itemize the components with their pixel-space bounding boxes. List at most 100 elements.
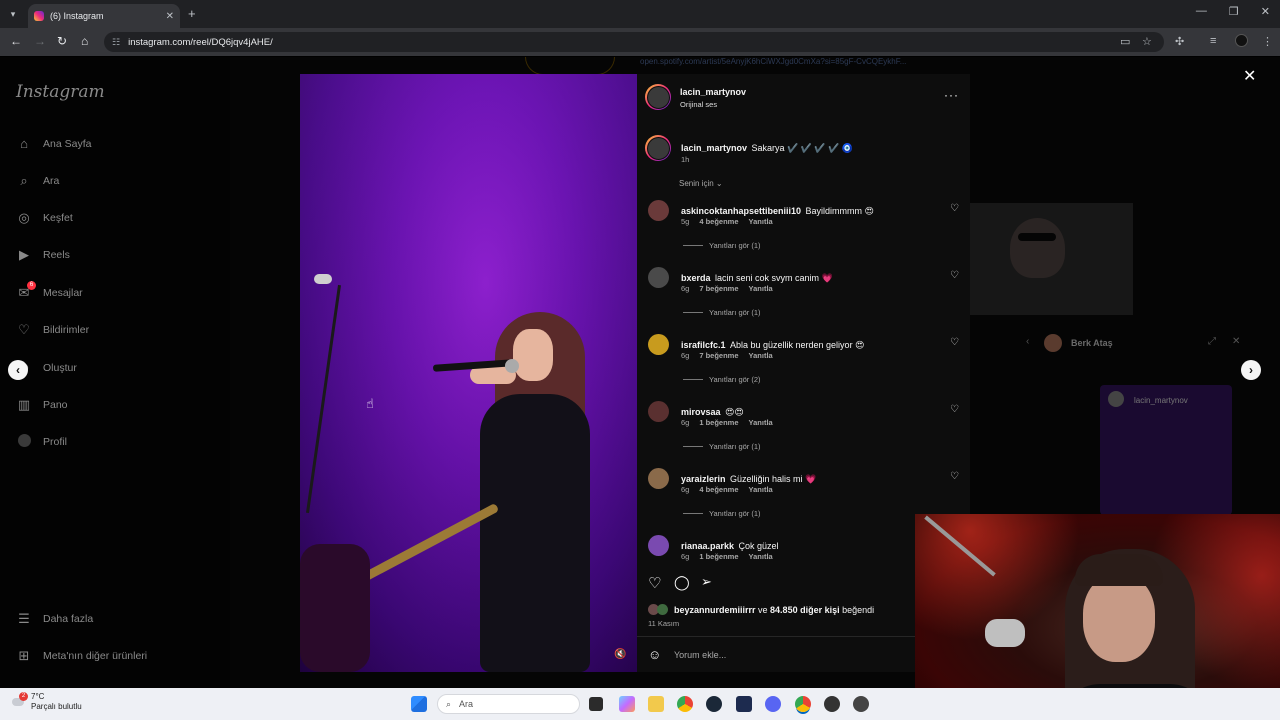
- caption-avatar[interactable]: [645, 135, 671, 161]
- sidebar-item-explore[interactable]: ◎ Keşfet: [16, 210, 72, 226]
- reply-button[interactable]: Yanıtla: [749, 552, 773, 561]
- likes-summary[interactable]: beyzannurdemiiirrr ve 84.850 diğer kişi …: [674, 605, 874, 615]
- sidebar-item-more[interactable]: ☰ Daha fazla: [16, 611, 93, 627]
- close-modal-icon[interactable]: ✕: [1243, 66, 1256, 86]
- likes-username[interactable]: beyzannurdemiiirrr: [674, 605, 756, 615]
- comment-filter-dropdown[interactable]: Senin için ⌄: [679, 179, 723, 188]
- comment-like-icon[interactable]: ♡: [950, 404, 959, 415]
- caption-time: 1h: [681, 155, 690, 164]
- copilot-icon[interactable]: [619, 696, 635, 712]
- comment-avatar[interactable]: [648, 334, 669, 355]
- weather-widget[interactable]: 2 7°C Parçalı bulutlu: [12, 692, 82, 712]
- previous-reel-button[interactable]: ‹: [8, 360, 28, 380]
- caption-username[interactable]: lacin_martynov: [681, 143, 747, 153]
- comment-input[interactable]: Yorum ekle...: [674, 650, 726, 660]
- author-avatar[interactable]: [645, 84, 671, 110]
- view-replies-button[interactable]: Yanıtları gör (1): [683, 509, 761, 518]
- comment-like-icon[interactable]: ♡: [950, 203, 959, 214]
- emoji-icon[interactable]: ☺: [648, 647, 661, 662]
- steam-icon[interactable]: [706, 696, 722, 712]
- comment-username[interactable]: rianaa.parkk: [681, 541, 734, 551]
- sidebar-item-profile[interactable]: Profil: [16, 434, 67, 450]
- tab-list-icon[interactable]: ▾: [6, 7, 20, 21]
- comment-username[interactable]: askincoktanhapsettibeniii10: [681, 206, 801, 216]
- browser-tab[interactable]: (6) Instagram ✕: [28, 4, 180, 28]
- comment-likes[interactable]: 4 beğenme: [699, 485, 738, 494]
- sidebar-item-dashboard[interactable]: ▥ Pano: [16, 397, 68, 413]
- address-bar[interactable]: ☷ instagram.com/reel/DQ6jqv4jAHE/: [104, 32, 1164, 52]
- view-replies-button[interactable]: Yanıtları gör (1): [683, 241, 761, 250]
- comment-avatar[interactable]: [648, 468, 669, 489]
- taskbar-search[interactable]: ⌕ Ara: [437, 694, 580, 714]
- reply-button[interactable]: Yanıtla: [749, 351, 773, 360]
- site-info-icon[interactable]: ☷: [112, 37, 120, 48]
- app-icon[interactable]: [736, 696, 752, 712]
- like-icon[interactable]: ♡: [648, 574, 661, 592]
- instagram-logo[interactable]: Instagram: [16, 82, 105, 102]
- chrome-icon[interactable]: [677, 696, 693, 712]
- reload-icon[interactable]: ↻: [57, 34, 67, 48]
- comment-like-icon[interactable]: ♡: [950, 471, 959, 482]
- reel-video[interactable]: [300, 74, 637, 672]
- browser-profile-avatar[interactable]: [1235, 34, 1248, 47]
- comment-time: 5g: [681, 217, 690, 226]
- reply-button[interactable]: Yanıtla: [749, 485, 773, 494]
- app-icon[interactable]: [853, 696, 869, 712]
- tab-close-icon[interactable]: ✕: [166, 11, 174, 22]
- comment-likes[interactable]: 4 beğenme: [699, 217, 738, 226]
- comment-username[interactable]: israfilcfc.1: [681, 340, 726, 350]
- comment-username[interactable]: mirovsaa: [681, 407, 721, 417]
- sidebar-item-notifications[interactable]: ♡ Bildirimler: [16, 322, 89, 338]
- view-replies-button[interactable]: Yanıtları gör (1): [683, 308, 761, 317]
- window-close-icon[interactable]: ✕: [1261, 5, 1270, 18]
- comment-like-icon[interactable]: ♡: [950, 337, 959, 348]
- cast-icon[interactable]: ▭: [1120, 35, 1130, 48]
- author-username[interactable]: lacin_martynov: [680, 87, 746, 97]
- extensions-icon[interactable]: ✣: [1175, 35, 1184, 48]
- sidebar-item-meta[interactable]: ⊞ Meta'nın diğer ürünleri: [16, 648, 148, 664]
- audio-muted-icon[interactable]: 🔇: [614, 649, 626, 660]
- sidebar-item-reels[interactable]: ▶ Reels: [16, 247, 70, 263]
- view-replies-button[interactable]: Yanıtları gör (2): [683, 375, 761, 384]
- discord-icon[interactable]: [765, 696, 781, 712]
- bookmark-star-icon[interactable]: ☆: [1142, 35, 1152, 48]
- view-replies-button[interactable]: Yanıtları gör (1): [683, 442, 761, 451]
- more-options-icon[interactable]: ···: [944, 88, 959, 102]
- sidebar-item-search[interactable]: ⌕ Ara: [16, 173, 59, 189]
- back-icon[interactable]: ←: [10, 34, 22, 48]
- comment-avatar[interactable]: [648, 401, 669, 422]
- chrome-active-icon[interactable]: [795, 696, 811, 712]
- comment-likes[interactable]: 1 beğenme: [699, 418, 738, 427]
- browser-menu-icon[interactable]: ⋮: [1262, 35, 1273, 48]
- file-explorer-icon[interactable]: [648, 696, 664, 712]
- reply-button[interactable]: Yanıtla: [749, 284, 773, 293]
- forward-icon[interactable]: →: [34, 34, 46, 48]
- sidebar-item-messages[interactable]: ✉ 6 Mesajlar: [16, 281, 83, 301]
- windows-start-icon[interactable]: [411, 696, 427, 712]
- home-button-icon[interactable]: ⌂: [81, 34, 88, 48]
- audio-label[interactable]: Orijinal ses: [680, 100, 717, 109]
- comment-likes[interactable]: 7 beğenme: [699, 284, 738, 293]
- comment-avatar[interactable]: [648, 267, 669, 288]
- comment-username[interactable]: bxerda: [681, 273, 711, 283]
- sidebar-item-home[interactable]: ⌂ Ana Sayfa: [16, 136, 91, 152]
- comment-likes[interactable]: 1 beğenme: [699, 552, 738, 561]
- comment-avatar[interactable]: [648, 200, 669, 221]
- app-icon[interactable]: [824, 696, 840, 712]
- comment-avatar[interactable]: [648, 535, 669, 556]
- chevron-down-icon: ⌄: [715, 179, 723, 188]
- minimize-icon[interactable]: —: [1196, 5, 1207, 18]
- reply-button[interactable]: Yanıtla: [749, 217, 773, 226]
- media-control-icon[interactable]: ≡: [1210, 35, 1216, 47]
- share-icon[interactable]: ➢: [701, 574, 712, 590]
- comment-likes[interactable]: 7 beğenme: [699, 351, 738, 360]
- new-tab-icon[interactable]: +: [188, 6, 196, 21]
- likes-count[interactable]: 84.850 diğer kişi: [770, 605, 840, 615]
- task-view-icon[interactable]: [589, 697, 603, 711]
- comment-icon[interactable]: ◯: [674, 574, 690, 591]
- next-reel-button[interactable]: ›: [1241, 360, 1261, 380]
- comment-username[interactable]: yaraizlerin: [681, 474, 726, 484]
- restore-icon[interactable]: ❐: [1229, 5, 1239, 18]
- comment-like-icon[interactable]: ♡: [950, 270, 959, 281]
- reply-button[interactable]: Yanıtla: [749, 418, 773, 427]
